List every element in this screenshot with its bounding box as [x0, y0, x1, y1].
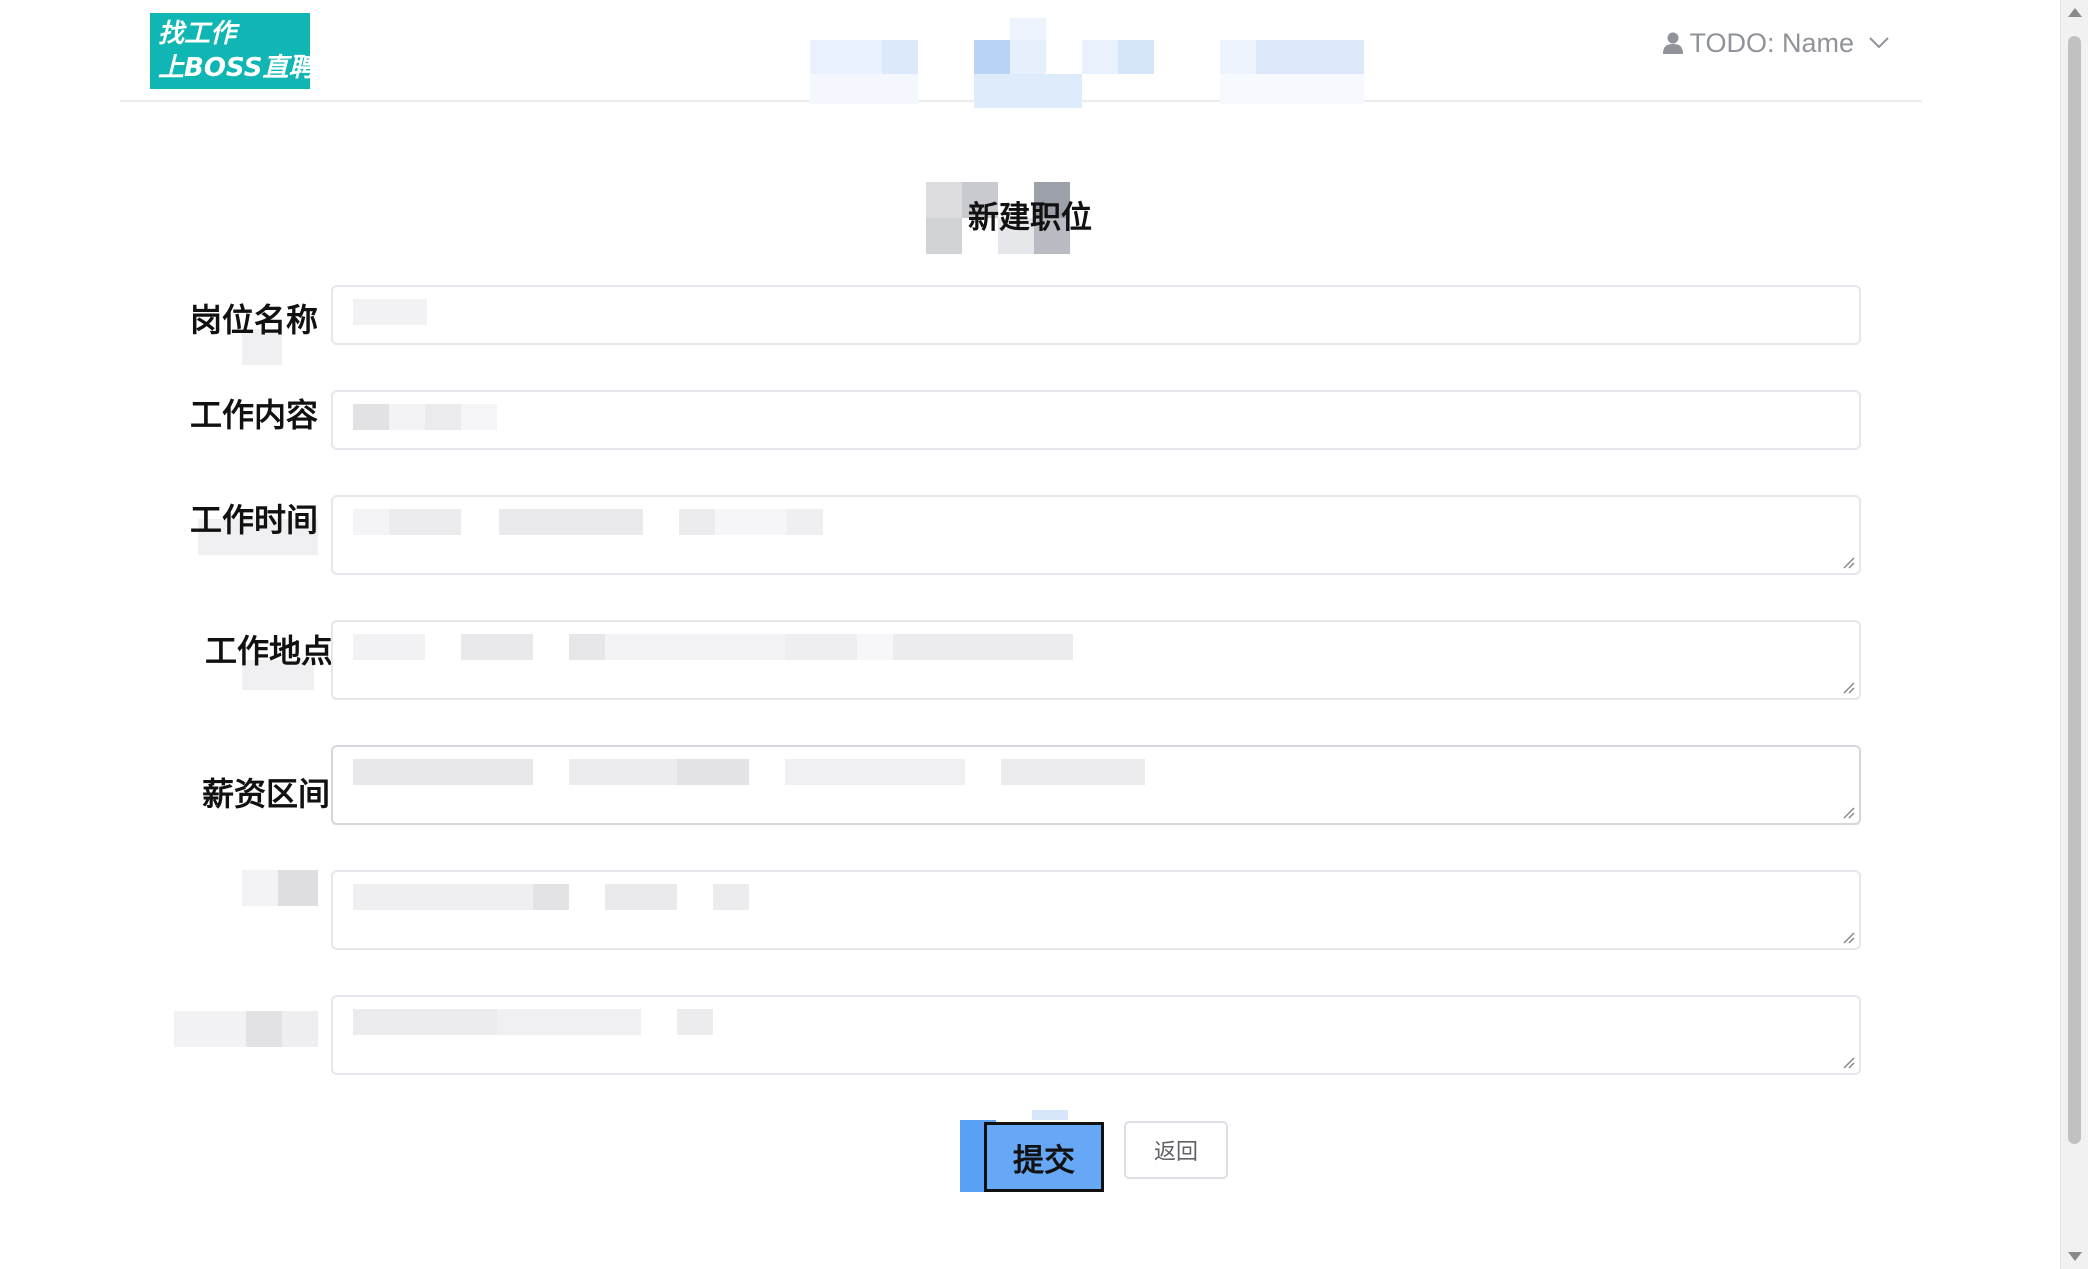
resize-handle-icon[interactable] — [1841, 805, 1855, 819]
job-content-input[interactable] — [331, 390, 1861, 450]
page: 找工作 上BOSS直聘 TODO: Name 新建职位 岗位名称 工作内容 工作… — [0, 0, 2060, 1269]
back-button[interactable]: 返回 — [1124, 1121, 1228, 1179]
logo-line-2: 上BOSS直聘 — [158, 53, 315, 83]
work-location-label: 工作地点 — [204, 632, 333, 670]
work-time-label: 工作时间 — [189, 501, 318, 539]
resize-handle-icon[interactable] — [1841, 555, 1855, 569]
scroll-down-arrow-icon[interactable] — [2068, 1252, 2082, 1261]
field-7-textarea[interactable] — [331, 995, 1861, 1075]
chevron-down-icon — [1869, 37, 1889, 49]
resize-handle-icon[interactable] — [1841, 680, 1855, 694]
scroll-thumb[interactable] — [2068, 36, 2081, 1144]
resize-handle-icon[interactable] — [1841, 1055, 1855, 1069]
position-name-input[interactable] — [331, 285, 1861, 345]
work-location-textarea[interactable] — [331, 620, 1861, 700]
scroll-up-arrow-icon[interactable] — [2068, 8, 2082, 17]
top-nav-menu[interactable] — [810, 18, 1450, 122]
field-7-label — [174, 1011, 318, 1047]
page-title: 新建职位 — [968, 200, 1092, 236]
position-name-label: 岗位名称 — [189, 301, 318, 339]
boss-logo[interactable]: 找工作 上BOSS直聘 — [150, 13, 315, 89]
field-6-textarea[interactable] — [331, 870, 1861, 950]
vertical-scrollbar[interactable] — [2060, 0, 2088, 1269]
logo-line-1: 找工作 — [158, 19, 237, 49]
user-menu[interactable]: TODO: Name — [1663, 26, 1890, 60]
job-content-label: 工作内容 — [189, 396, 318, 434]
resize-handle-icon[interactable] — [1841, 930, 1855, 944]
top-header: 找工作 上BOSS直聘 TODO: Name — [120, 0, 1922, 108]
submit-button[interactable]: 提交 — [984, 1122, 1104, 1192]
field-6-label — [242, 870, 318, 906]
user-icon — [1663, 32, 1684, 54]
salary-range-label: 薪资区间 — [201, 775, 330, 813]
work-time-textarea[interactable] — [331, 495, 1861, 575]
salary-range-textarea[interactable] — [331, 745, 1861, 825]
user-name: TODO: Name — [1689, 27, 1854, 58]
